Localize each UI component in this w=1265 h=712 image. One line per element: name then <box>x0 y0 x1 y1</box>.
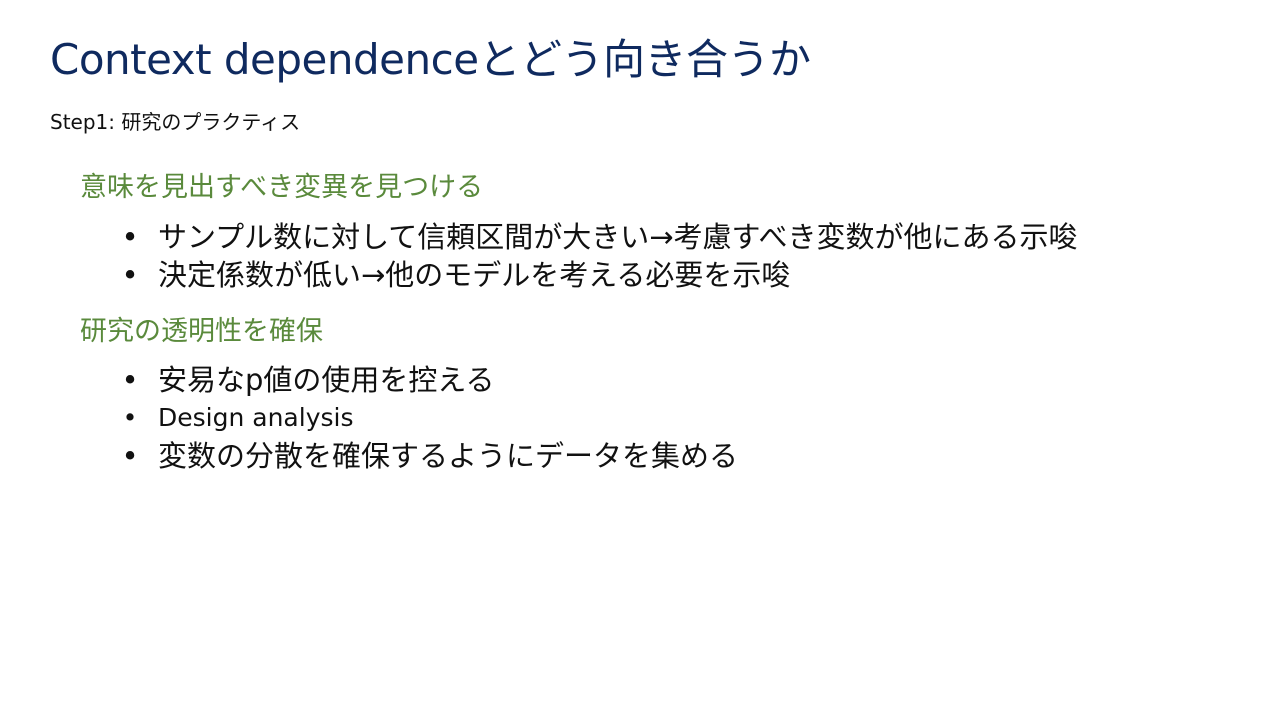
bullet-text: サンプル数に対して信頼区間が大きい→考慮すべき変数が他にある示唆 <box>158 220 1078 254</box>
section-heading-transparency: 研究の透明性を確保 <box>80 316 323 347</box>
section-heading-variation: 意味を見出すべき変異を見つける <box>80 172 484 203</box>
bullet-text: 変数の分散を確保するようにデータを集める <box>158 439 739 473</box>
slide-title: Context dependenceとどう向き合うか <box>50 35 811 84</box>
list-item: • 変数の分散を確保するようにデータを集める <box>120 436 738 476</box>
slide-subtitle: Step1: 研究のプラクティス <box>50 110 301 134</box>
bullet-text: Design analysis <box>158 403 354 432</box>
bullet-icon: • <box>121 258 139 292</box>
slide: Context dependenceとどう向き合うか Step1: 研究のプラク… <box>0 0 1265 712</box>
bullet-list-variation: • サンプル数に対して信頼区間が大きい→考慮すべき変数が他にある示唆 • 決定係… <box>120 218 1078 294</box>
bullet-text: 安易なp値の使用を控える <box>158 363 495 397</box>
bullet-icon: • <box>121 439 139 473</box>
list-item: • 安易なp値の使用を控える <box>120 360 738 400</box>
bullet-text: 決定係数が低い→他のモデルを考える必要を示唆 <box>158 258 791 292</box>
list-item: • 決定係数が低い→他のモデルを考える必要を示唆 <box>120 256 1078 294</box>
list-item: • Design analysis <box>120 400 738 436</box>
bullet-icon: • <box>121 363 139 397</box>
list-item: • サンプル数に対して信頼区間が大きい→考慮すべき変数が他にある示唆 <box>120 218 1078 256</box>
bullet-icon: • <box>122 403 138 432</box>
bullet-list-transparency: • 安易なp値の使用を控える • Design analysis • 変数の分散… <box>120 360 738 476</box>
bullet-icon: • <box>121 220 139 254</box>
